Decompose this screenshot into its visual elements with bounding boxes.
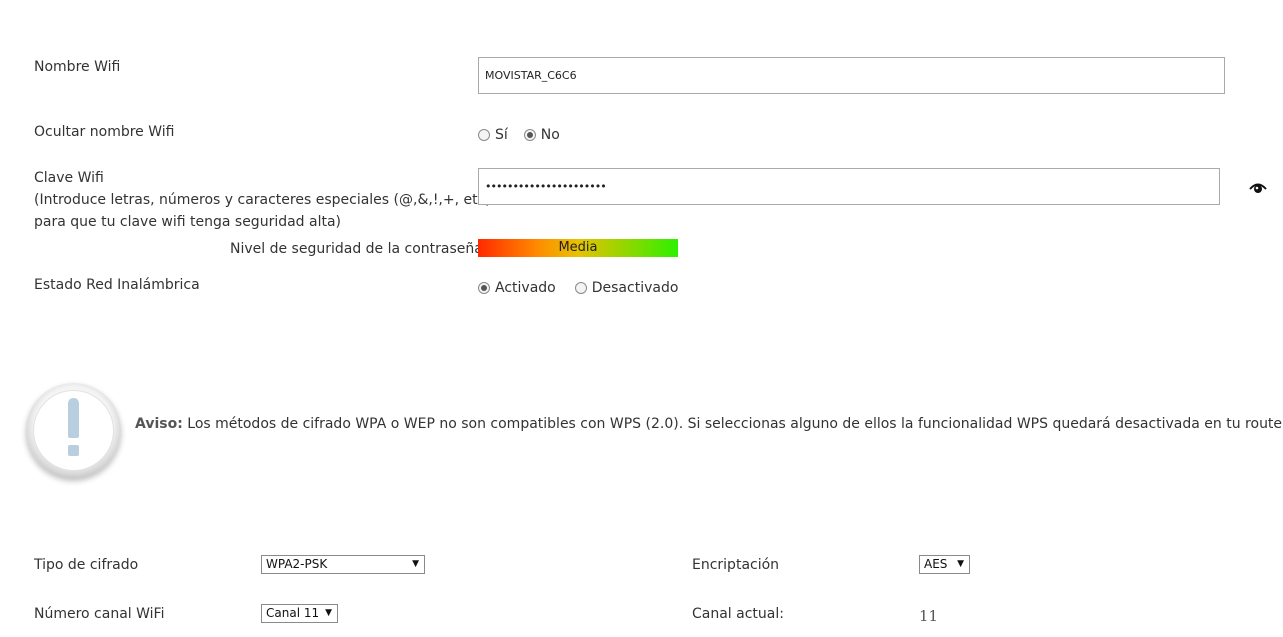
cipher-type-value: WPA2-PSK [266, 557, 328, 571]
wifi-key-input[interactable] [478, 168, 1220, 205]
wifi-key-hint-line2: para que tu clave wifi tenga seguridad a… [34, 214, 342, 230]
wireless-state-radio-group: Activado Desactivado [478, 280, 694, 296]
notice-title: Aviso: [135, 416, 183, 432]
hide-name-no-radio[interactable] [523, 129, 536, 141]
encryption-value: AES [924, 557, 948, 571]
eye-icon[interactable] [1249, 179, 1267, 197]
wifi-name-label: Nombre Wifi [34, 59, 121, 75]
encryption-label: Encriptación [692, 557, 780, 573]
triangle-down-icon: ▼ [957, 559, 964, 569]
wireless-on-radio[interactable] [478, 282, 490, 294]
cipher-type-select[interactable]: WPA2-PSK ▼ [261, 555, 425, 574]
wifi-name-input[interactable] [478, 57, 1225, 94]
hide-name-no-label[interactable]: No [541, 127, 560, 143]
exclamation-icon [26, 383, 121, 478]
wireless-off-label[interactable]: Desactivado [592, 280, 679, 296]
password-strength-label: Nivel de seguridad de la contraseña [230, 241, 483, 257]
wireless-on-label[interactable]: Activado [495, 280, 556, 296]
triangle-down-icon: ▼ [412, 559, 419, 569]
cipher-type-label: Tipo de cifrado [34, 557, 139, 573]
wireless-state-label: Estado Red Inalámbrica [34, 277, 200, 293]
triangle-down-icon: ▼ [325, 608, 332, 618]
channel-number-value: Canal 11 [266, 606, 320, 620]
current-channel-value: 11 [919, 607, 939, 625]
wifi-key-hint-line1: (Introduce letras, números y caracteres … [34, 192, 491, 208]
current-channel-label: Canal actual: [692, 606, 784, 622]
password-strength-meter: Media [478, 239, 678, 257]
channel-number-label: Número canal WiFi [34, 606, 165, 622]
wps-notice: Aviso: Los métodos de cifrado WPA o WEP … [135, 416, 1283, 432]
channel-number-select[interactable]: Canal 11 ▼ [261, 604, 338, 623]
hide-name-yes-radio[interactable] [478, 129, 490, 141]
wifi-key-label: Clave Wifi [34, 170, 104, 186]
notice-text: Los métodos de cifrado WPA o WEP no son … [182, 416, 1283, 432]
hide-name-label: Ocultar nombre Wifi [34, 124, 175, 140]
wireless-off-radio[interactable] [574, 282, 587, 294]
hide-name-radio-group: Sí No [478, 127, 576, 143]
encryption-select[interactable]: AES ▼ [919, 555, 970, 574]
hide-name-yes-label[interactable]: Sí [495, 127, 508, 143]
